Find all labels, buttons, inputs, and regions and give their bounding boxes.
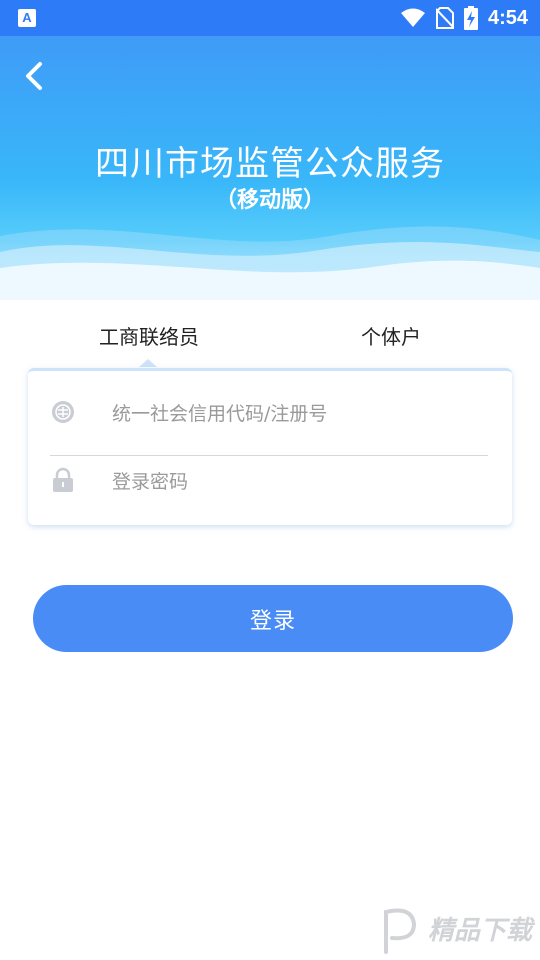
- no-sim-icon: [435, 7, 454, 29]
- battery-charging-icon: [463, 6, 478, 30]
- status-icons: 4:54: [400, 0, 528, 36]
- header-banner: 四川市场监管公众服务 （移动版）: [0, 36, 540, 300]
- password-field-row: [28, 447, 512, 513]
- lock-icon: [53, 467, 73, 492]
- app-notification-icon: A: [18, 9, 36, 27]
- registration-seal-icon: [52, 401, 74, 423]
- login-form: [28, 368, 512, 525]
- clock: 4:54: [487, 6, 528, 29]
- tab-contact-person[interactable]: 工商联络员: [28, 320, 270, 360]
- status-bar: A 4:54: [0, 0, 540, 36]
- wifi-icon: [400, 8, 425, 27]
- credit-code-input[interactable]: [110, 393, 494, 435]
- watermark-text: 精品下载: [428, 916, 533, 946]
- tab-individual-business[interactable]: 个体户: [270, 320, 512, 360]
- code-field-row: [28, 379, 512, 456]
- password-input[interactable]: [110, 461, 494, 503]
- wave-decoration: [0, 226, 540, 300]
- chevron-left-icon[interactable]: [18, 58, 54, 94]
- login-type-tabs: 工商联络员 个体户: [28, 320, 512, 370]
- active-tab-indicator: [139, 359, 157, 367]
- login-button[interactable]: 登录: [33, 585, 513, 652]
- watermark: 精品下载: [376, 902, 540, 960]
- page-title: 四川市场监管公众服务: [95, 144, 445, 184]
- watermark-logo-icon: [384, 908, 417, 954]
